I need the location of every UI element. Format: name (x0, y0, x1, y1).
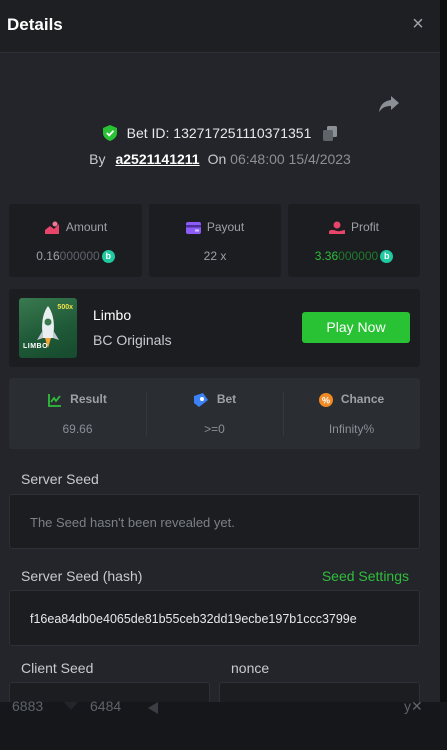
chance-label: Chance (340, 392, 385, 406)
game-thumbnail[interactable]: 500x LIMBO (19, 298, 77, 358)
stat-value: 22 x (203, 249, 227, 263)
bottom-value-left: 6883 (12, 698, 44, 714)
by-label: By (89, 151, 106, 167)
server-seed-hash-label: Server Seed (hash) (21, 568, 143, 584)
amount-icon (44, 221, 59, 234)
stat-value: 0.16000000 b (9, 249, 142, 264)
result-icon (48, 393, 62, 407)
background-strip (440, 0, 447, 702)
result-panel: Result 69.66 Bet >=0 % Chance Infinity% (9, 378, 420, 449)
payout-icon (185, 221, 201, 234)
bottom-corner-glyph: y✕ (404, 698, 423, 714)
result-label: Result (70, 392, 107, 406)
stat-profit: Profit 3.36000000 b (288, 204, 420, 277)
coin-icon: b (380, 250, 394, 264)
svg-text:%: % (322, 395, 330, 405)
bet-time: 06:48:00 15/4/2023 (230, 151, 351, 167)
caret-down-icon (64, 702, 78, 710)
bet-details-modal: Details × Bet ID: 132717251110371351 By a… (0, 0, 440, 702)
bet-label: Bet (216, 392, 237, 406)
stat-label: Profit (350, 220, 379, 234)
profit-icon (328, 221, 345, 234)
server-seed-label: Server Seed (21, 471, 99, 487)
share-icon[interactable] (378, 94, 400, 114)
nonce-field[interactable] (219, 682, 420, 702)
modal-header: Details × (0, 0, 440, 53)
bet-col: Bet >=0 (146, 378, 283, 449)
user-link[interactable]: a2521141211 (115, 151, 199, 167)
bet-icon (193, 392, 208, 407)
chance-icon: % (318, 392, 333, 407)
thumb-tag: 500x (57, 304, 73, 311)
stat-value: 3.36000000 b (288, 249, 420, 264)
game-card: 500x LIMBO Limbo BC Originals Play Now (9, 289, 420, 367)
seed-settings-link[interactable]: Seed Settings (322, 568, 409, 584)
server-seed-field: The Seed hasn't been revealed yet. (9, 494, 420, 549)
result-col: Result 69.66 (9, 378, 146, 449)
chance-value: Infinity% (328, 422, 375, 436)
server-seed-value: The Seed hasn't been revealed yet. (30, 515, 235, 530)
thumb-word: LIMBO (23, 343, 49, 350)
server-seed-hash-field[interactable]: f16ea84db0e4065de81b55ceb32dd19ecbe197b1… (9, 590, 420, 646)
stat-amount: Amount 0.16000000 b (9, 204, 142, 277)
arrow-left-icon (148, 702, 158, 714)
bet-meta-row: By a2521141211 On 06:48:00 15/4/2023 (0, 151, 440, 171)
server-seed-hash-value: f16ea84db0e4065de81b55ceb32dd19ecbe197b1… (30, 612, 357, 626)
result-value: 69.66 (62, 422, 93, 436)
copy-icon[interactable] (323, 125, 338, 141)
chance-col: % Chance Infinity% (283, 378, 420, 449)
on-label: On (207, 151, 227, 167)
bet-value: >=0 (204, 422, 225, 436)
game-provider: BC Originals (93, 332, 172, 348)
bottom-value-right: 6484 (90, 698, 122, 714)
nonce-label: nonce (231, 660, 270, 676)
stat-payout: Payout 22 x (149, 204, 281, 277)
stat-label: Amount (65, 220, 108, 234)
verified-shield-icon (102, 125, 117, 142)
client-seed-label: Client Seed (21, 660, 94, 676)
modal-title: Details (7, 15, 63, 34)
bet-id: Bet ID: 132717251110371351 (126, 125, 312, 142)
stat-label: Payout (206, 220, 245, 234)
coin-icon: b (101, 250, 115, 264)
bet-id-row: Bet ID: 132717251110371351 (0, 124, 440, 144)
close-icon[interactable]: × (406, 12, 430, 36)
play-now-button[interactable]: Play Now (302, 312, 410, 343)
game-name: Limbo (93, 307, 132, 323)
background-bottom-bar: 6883 6484 y✕ (0, 698, 447, 750)
